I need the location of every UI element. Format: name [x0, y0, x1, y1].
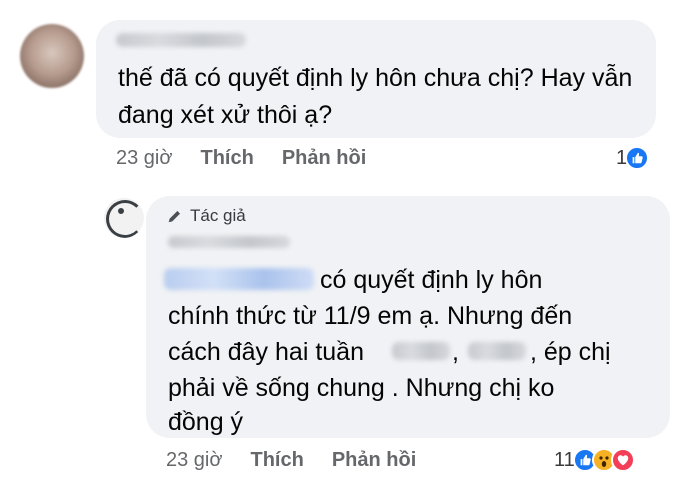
reply-text-line3b: ,: [452, 338, 459, 366]
reply-text-line3a: cách đây hai tuần: [168, 338, 364, 366]
comment-reactions[interactable]: 1: [616, 146, 650, 170]
like-button[interactable]: Thích: [250, 449, 303, 472]
avatar-ring: [106, 200, 144, 238]
author-badge-label: Tác giả: [190, 206, 246, 225]
author-name-blurred[interactable]: [168, 236, 290, 248]
commenter-avatar[interactable]: [20, 24, 84, 88]
reply-text-line1: có quyết định ly hôn: [320, 266, 543, 294]
reply-text-line5: đồng ý: [168, 408, 244, 436]
author-avatar[interactable]: [104, 198, 144, 238]
tagged-name-blurred[interactable]: [164, 268, 314, 290]
reply-text-line4: phải về sống chung . Nhưng chị ko: [168, 374, 555, 402]
pencil-icon: [168, 210, 181, 223]
like-button[interactable]: Thích: [200, 147, 253, 170]
reply-button[interactable]: Phản hồi: [332, 449, 416, 472]
reply-reactions[interactable]: 11: [554, 448, 635, 472]
like-icon: [625, 146, 650, 170]
comment-actions: 23 giờ Thích Phản hồi: [116, 147, 394, 170]
redacted-word-2: [468, 342, 526, 360]
reply-actions: 23 giờ Thích Phản hồi: [166, 449, 444, 472]
author-badge: Tác giả: [166, 206, 246, 226]
commenter-name-blurred[interactable]: [116, 33, 246, 47]
love-icon: [610, 448, 635, 472]
reply-button[interactable]: Phản hồi: [282, 147, 366, 170]
redacted-word-1: [392, 342, 450, 360]
reply-text-line2: chính thức từ 11/9 em ạ. Nhưng đến: [168, 302, 573, 330]
comment-time[interactable]: 23 giờ: [116, 147, 172, 170]
comment-text: thế đã có quyết định ly hôn chưa chị? Ha…: [118, 64, 633, 129]
reply-text-line3: cách đây hai tuần: [168, 334, 364, 371]
reply-time[interactable]: 23 giờ: [166, 449, 222, 472]
reaction-count: 11: [554, 448, 575, 471]
avatar-dot: [118, 208, 124, 214]
reply-text-line3c: , ép chị: [530, 338, 611, 366]
